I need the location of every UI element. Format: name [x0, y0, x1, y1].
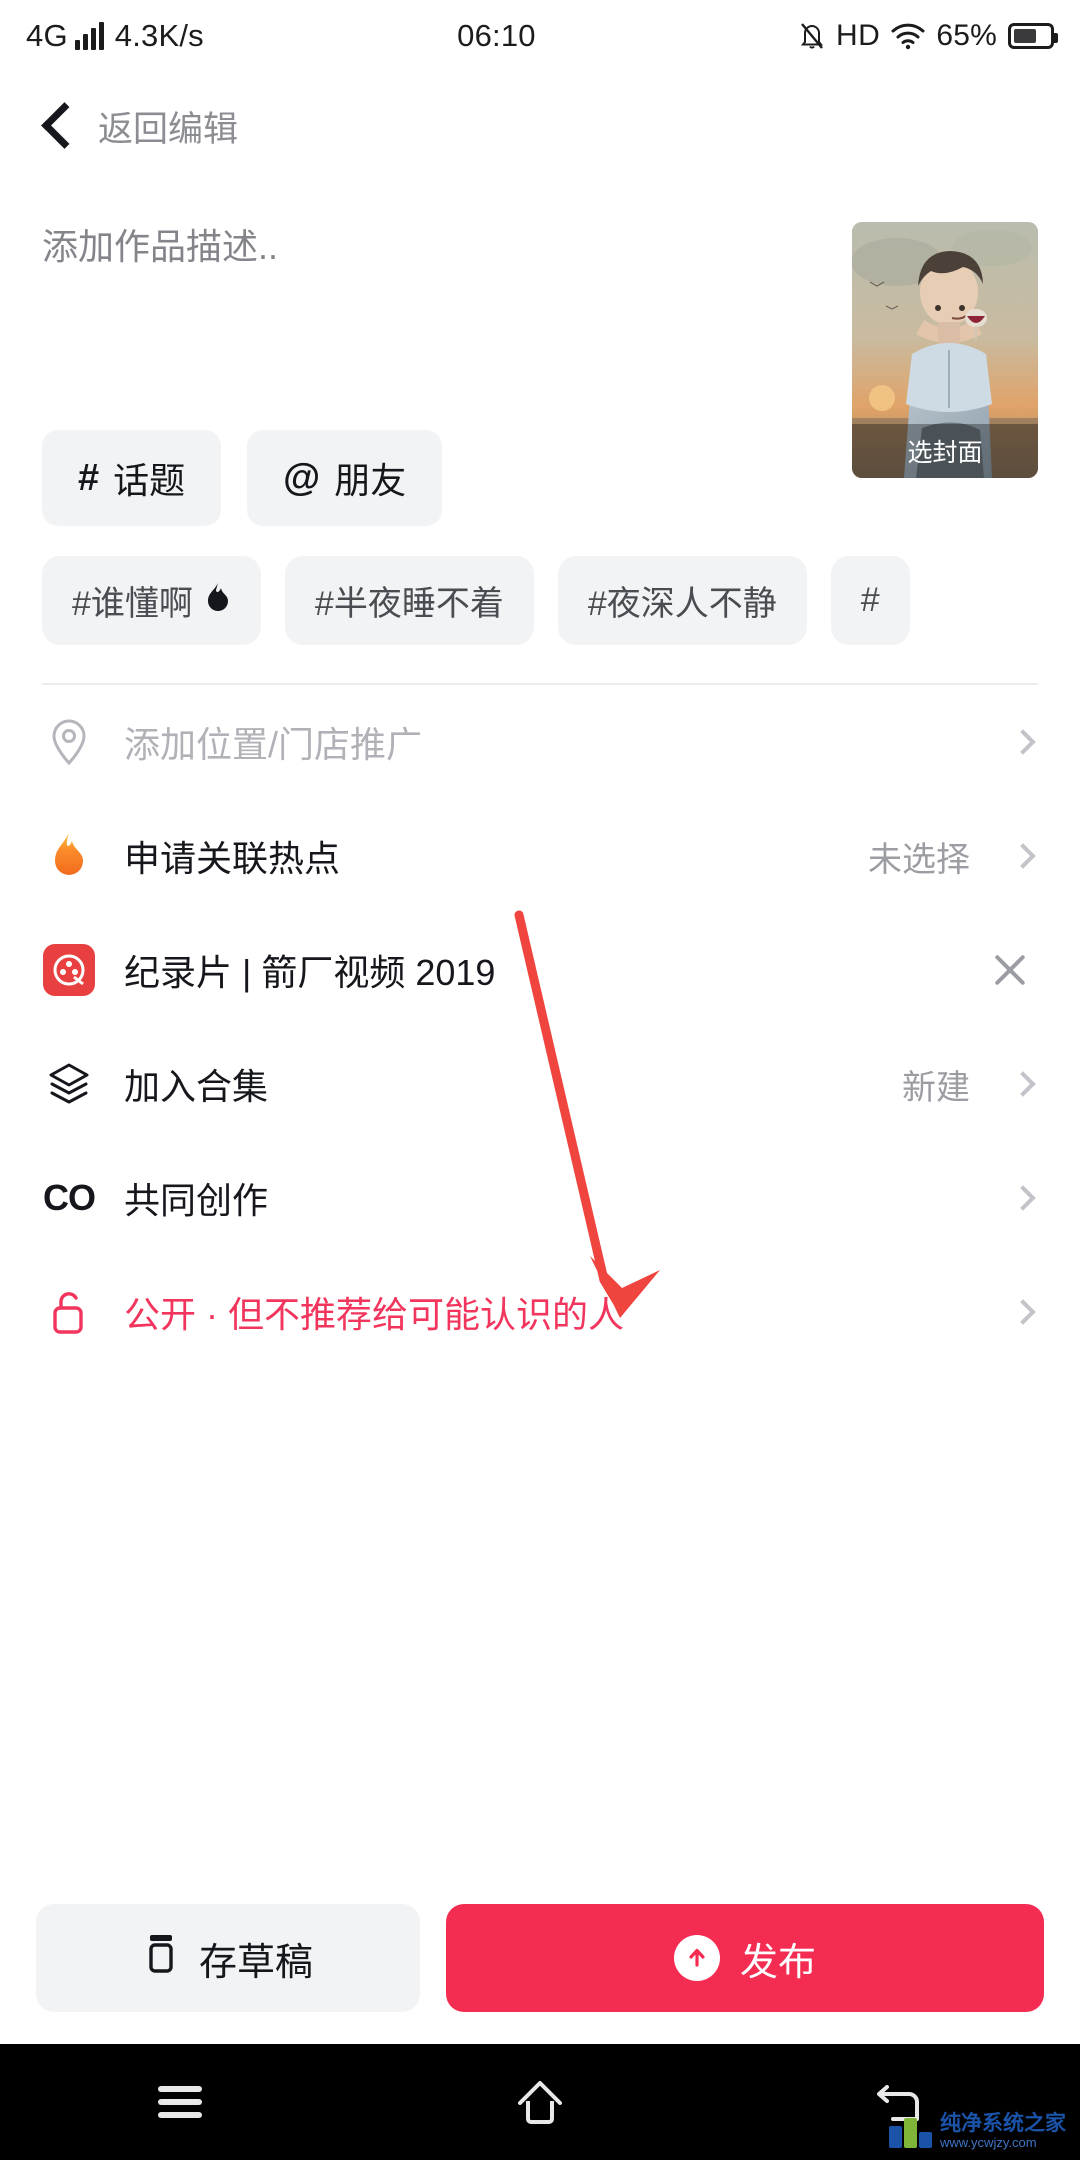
publish-button[interactable]: 发布 [446, 1904, 1044, 2012]
location-pin-icon [42, 715, 96, 769]
hashtag-suggestion-item[interactable]: #半夜睡不着 [284, 556, 534, 645]
arrow-up-circle-icon [673, 1935, 720, 1981]
composer-area: 添加作品描述.. # 话题 @ 朋友 选封面 [0, 180, 1080, 526]
wifi-icon [891, 22, 925, 50]
close-icon[interactable] [990, 950, 1030, 990]
chevron-right-icon [1010, 1071, 1036, 1097]
network-type-label: 4G [26, 18, 68, 53]
row-collection-value: 新建 [902, 1068, 970, 1107]
row-privacy-label: 公开 · 但不推荐给可能认识的人 [124, 1294, 624, 1335]
draft-box-icon [143, 1932, 179, 1984]
row-hotspot[interactable]: 申请关联热点 未选择 [42, 799, 1038, 913]
unlock-icon [42, 1285, 96, 1339]
row-location[interactable]: 添加位置/门店推广 [42, 685, 1038, 799]
hashtag-label: #半夜睡不着 [314, 585, 504, 623]
chevron-right-icon [1010, 1185, 1036, 1211]
chevron-right-icon [1010, 729, 1036, 755]
clock-label: 06:10 [457, 18, 536, 53]
watermark-url: www.ycwjzy.com [940, 2135, 1037, 2151]
at-icon: @ [283, 456, 321, 499]
bottom-action-bar: 存草稿 发布 [0, 1904, 1080, 2012]
composer-chip-row: # 话题 @ 朋友 [42, 430, 822, 526]
co-create-icon: CO [43, 1177, 96, 1218]
hashtag-suggestion-list[interactable]: #谁懂啊 #半夜睡不着 #夜深人不静 # [0, 526, 1080, 679]
watermark: 纯净系统之家 www.ycwjzy.com [889, 2113, 1066, 2152]
description-input[interactable]: 添加作品描述.. [42, 222, 822, 412]
row-hotspot-value: 未选择 [868, 840, 970, 879]
topic-chip-label: 话题 [113, 460, 186, 501]
layers-icon [42, 1057, 96, 1111]
watermark-title: 纯净系统之家 [940, 2112, 1066, 2136]
status-bar-left: 4G 4.3K/s [26, 18, 204, 54]
status-bar-right: HD 65% [799, 19, 1058, 53]
film-reel-icon [42, 943, 96, 997]
hashtag-label: # [860, 581, 880, 619]
row-privacy[interactable]: 公开 · 但不推荐给可能认识的人 [42, 1255, 1038, 1369]
settings-row-list: 添加位置/门店推广 申请关联热点 未选择 纪录片 | 箭厂视频 2019 加入合… [0, 685, 1080, 1369]
hashtag-label: #谁懂啊 [72, 585, 193, 623]
chevron-left-icon[interactable] [42, 103, 72, 149]
publish-label: 发布 [739, 1941, 816, 1984]
bell-muted-icon [799, 21, 825, 51]
row-co-create-label: 共同创作 [124, 1180, 269, 1221]
row-co-create[interactable]: CO 共同创作 [42, 1141, 1038, 1255]
friend-chip-button[interactable]: @ 朋友 [247, 430, 443, 526]
chevron-right-icon [1010, 1299, 1036, 1325]
home-icon[interactable] [480, 2067, 600, 2137]
menu-icon[interactable] [120, 2067, 240, 2137]
back-to-edit-label[interactable]: 返回编辑 [98, 101, 238, 152]
row-location-label: 添加位置/门店推广 [124, 724, 423, 765]
status-bar: 4G 4.3K/s 06:10 HD 65% [0, 0, 1080, 72]
chevron-right-icon [1010, 843, 1036, 869]
network-speed-label: 4.3K/s [114, 18, 204, 53]
save-draft-label: 存草稿 [198, 1941, 313, 1984]
row-collection[interactable]: 加入合集 新建 [42, 1027, 1038, 1141]
row-music-attribution[interactable]: 纪录片 | 箭厂视频 2019 [42, 913, 1038, 1027]
hashtag-suggestion-item[interactable]: #夜深人不静 [557, 556, 807, 645]
row-collection-label: 加入合集 [124, 1066, 269, 1107]
signal-bars-icon [74, 22, 104, 50]
watermark-logo-icon [889, 2117, 932, 2148]
flame-icon [42, 829, 96, 883]
hash-icon: # [78, 456, 100, 499]
row-music-label: 纪录片 | 箭厂视频 2019 [124, 952, 496, 993]
topic-chip-button[interactable]: # 话题 [42, 430, 222, 526]
save-draft-button[interactable]: 存草稿 [36, 1904, 420, 2012]
flame-icon [205, 582, 231, 620]
battery-icon [1008, 23, 1058, 49]
friend-chip-label: 朋友 [334, 460, 407, 501]
top-navbar: 返回编辑 [0, 72, 1080, 180]
hashtag-suggestion-item[interactable]: #谁懂啊 [42, 556, 261, 645]
android-navigation-bar: 纯净系统之家 www.ycwjzy.com [0, 2044, 1080, 2160]
row-hotspot-label: 申请关联热点 [124, 838, 341, 879]
cover-label: 选封面 [852, 424, 1038, 478]
battery-percent-label: 65% [936, 19, 997, 52]
composer-left: 添加作品描述.. # 话题 @ 朋友 [42, 222, 852, 526]
hashtag-label: #夜深人不静 [587, 585, 777, 623]
hashtag-suggestion-item-partial[interactable]: # [830, 556, 910, 645]
hd-label: HD [836, 19, 881, 52]
cover-thumbnail[interactable]: 选封面 [852, 222, 1038, 478]
